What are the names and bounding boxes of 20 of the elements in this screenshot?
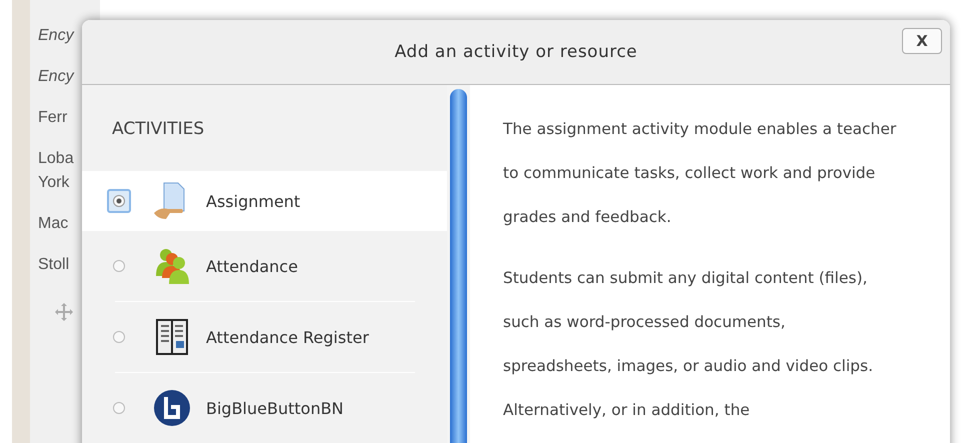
citation-text: Stoll: [38, 255, 70, 275]
activity-option[interactable]: BigBlueButtonBN: [115, 373, 415, 443]
close-button[interactable]: X: [902, 28, 942, 54]
description-text: The assignment activity module enables a teacher to communicate tasks, collect work and provide grades and feedback.: [503, 119, 898, 228]
description-text: Students can submit any digital content (files), such as word-processed documents, spreadsheets, images, or audio and video clips. Alternatively, or in addition, the: [503, 268, 874, 421]
circle-logo-icon: [152, 388, 192, 428]
activity-option[interactable]: Attendance Register: [115, 302, 415, 373]
radio-button[interactable]: [107, 189, 131, 213]
citation-text: Ferr: [38, 108, 68, 128]
citation-text: York: [38, 173, 70, 193]
scrollbar[interactable]: [447, 85, 470, 443]
citation-text: Loba: [38, 149, 75, 169]
section-heading: ACTIVITIES: [112, 119, 206, 141]
activity-option[interactable]: Assignment: [82, 171, 447, 231]
dialog-title: Add an activity or resource: [394, 42, 638, 62]
citation-text: Ency: [38, 26, 76, 46]
citation-text: Ency: [38, 67, 76, 87]
citation-text: Mac: [38, 214, 70, 234]
move-icon: [54, 302, 74, 322]
activity-option[interactable]: Attendance: [115, 231, 415, 302]
